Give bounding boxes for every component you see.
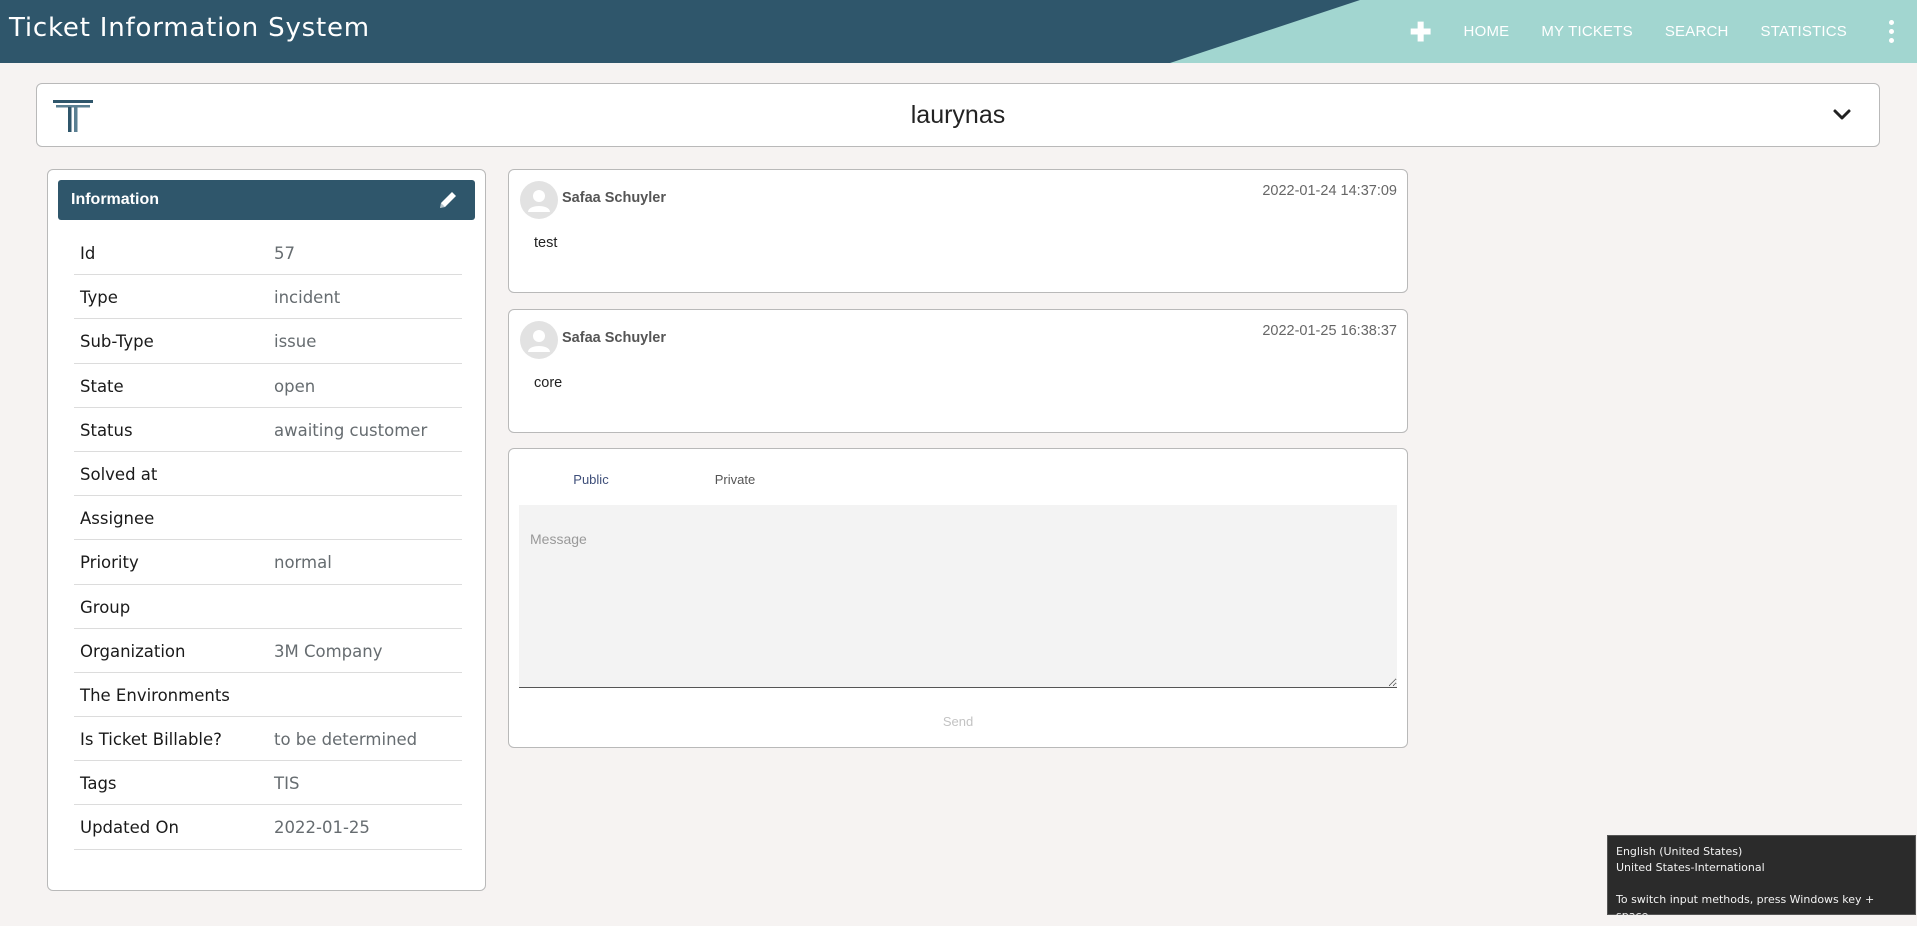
info-label: Group bbox=[80, 597, 131, 617]
tooltip-keyboard: United States-International bbox=[1616, 861, 1765, 874]
user-icon bbox=[528, 330, 550, 352]
avatar bbox=[520, 181, 558, 219]
info-label: The Environments bbox=[80, 685, 230, 705]
info-label: Type bbox=[80, 288, 118, 308]
comment-author: Safaa Schuyler bbox=[562, 190, 666, 206]
info-row-type: Type incident bbox=[74, 275, 462, 320]
information-header: Information bbox=[58, 180, 475, 220]
chevron-down-icon[interactable] bbox=[1831, 104, 1853, 126]
info-row-status: Status awaiting customer bbox=[74, 408, 462, 452]
send-button[interactable]: Send bbox=[908, 714, 1008, 729]
nav-my-tickets[interactable]: MY TICKETS bbox=[1541, 23, 1632, 40]
ticket-header: laurynas bbox=[36, 83, 1880, 147]
info-row-priority: Priority normal bbox=[74, 540, 462, 585]
info-label: Status bbox=[80, 420, 133, 440]
nav-statistics[interactable]: STATISTICS bbox=[1761, 23, 1847, 40]
info-label: Solved at bbox=[80, 464, 158, 484]
comment-author: Safaa Schuyler bbox=[562, 330, 666, 346]
reply-composer: Public Private Send bbox=[508, 448, 1408, 748]
info-row-sub-type: Sub-Type issue bbox=[74, 319, 462, 364]
info-label: Organization bbox=[80, 641, 186, 661]
app-title[interactable]: Ticket Information System bbox=[9, 13, 370, 43]
info-row-group: Group bbox=[74, 585, 462, 629]
info-row-state: State open bbox=[74, 364, 462, 408]
message-input[interactable] bbox=[519, 505, 1397, 688]
nav-home[interactable]: HOME bbox=[1464, 23, 1510, 40]
tooltip-hint: To switch input methods, press Windows k… bbox=[1616, 893, 1875, 922]
info-label: Assignee bbox=[80, 509, 155, 529]
comment-timestamp: 2022-01-25 16:38:37 bbox=[1262, 323, 1397, 339]
comment-timestamp: 2022-01-24 14:37:09 bbox=[1262, 183, 1397, 199]
info-label: Id bbox=[80, 244, 96, 263]
info-value: normal bbox=[274, 553, 332, 573]
input-method-tooltip: English (United States) United States-In… bbox=[1607, 835, 1916, 922]
info-label: Updated On bbox=[80, 818, 179, 838]
information-list: Id 57 Type incident Sub-Type issue State… bbox=[74, 231, 462, 850]
info-label: Priority bbox=[80, 553, 139, 573]
info-value: open bbox=[274, 376, 316, 396]
info-value: 2022-01-25 bbox=[274, 818, 370, 838]
nav-search[interactable]: SEARCH bbox=[1665, 23, 1729, 40]
info-value: issue bbox=[274, 332, 317, 352]
info-row-billable: Is Ticket Billable? to be determined bbox=[74, 717, 462, 762]
info-value: 57 bbox=[274, 244, 295, 263]
info-value: TIS bbox=[274, 774, 300, 794]
info-value: 3M Company bbox=[274, 641, 383, 661]
user-icon bbox=[528, 190, 550, 212]
info-row-assignee: Assignee bbox=[74, 496, 462, 541]
info-label: Sub-Type bbox=[80, 332, 154, 352]
info-value: to be determined bbox=[274, 730, 418, 750]
info-row-id: Id 57 bbox=[74, 231, 462, 276]
top-navigation-bar: Ticket Information System ✚ HOME MY TICK… bbox=[0, 0, 1917, 63]
comment-card: Safaa Schuyler 2022-01-24 14:37:09 test bbox=[508, 169, 1408, 293]
info-row-solved-at: Solved at bbox=[74, 452, 462, 497]
info-label: Is Ticket Billable? bbox=[80, 730, 222, 750]
info-value: incident bbox=[274, 288, 341, 308]
information-title: Information bbox=[71, 191, 159, 208]
ticket-title: laurynas bbox=[910, 101, 1006, 129]
information-panel: Information Id 57 Type incident Sub-Type… bbox=[47, 169, 486, 891]
comment-body: core bbox=[534, 375, 563, 391]
pencil-icon[interactable] bbox=[437, 189, 459, 211]
kebab-menu-icon[interactable] bbox=[1871, 20, 1911, 43]
info-row-environments: The Environments bbox=[74, 673, 462, 718]
plus-icon[interactable]: ✚ bbox=[1410, 19, 1432, 45]
info-label: State bbox=[80, 376, 124, 396]
comment-card: Safaa Schuyler 2022-01-25 16:38:37 core bbox=[508, 309, 1408, 433]
info-label: Tags bbox=[80, 774, 117, 794]
info-row-organization: Organization 3M Company bbox=[74, 629, 462, 673]
tooltip-language: English (United States) bbox=[1616, 845, 1743, 858]
comment-body: test bbox=[534, 235, 558, 251]
info-row-updated-on: Updated On 2022-01-25 bbox=[74, 805, 462, 850]
info-value: awaiting customer bbox=[274, 420, 428, 440]
main-nav: ✚ HOME MY TICKETS SEARCH STATISTICS bbox=[1410, 0, 1917, 63]
avatar bbox=[520, 321, 558, 359]
info-row-tags: Tags TIS bbox=[74, 761, 462, 806]
